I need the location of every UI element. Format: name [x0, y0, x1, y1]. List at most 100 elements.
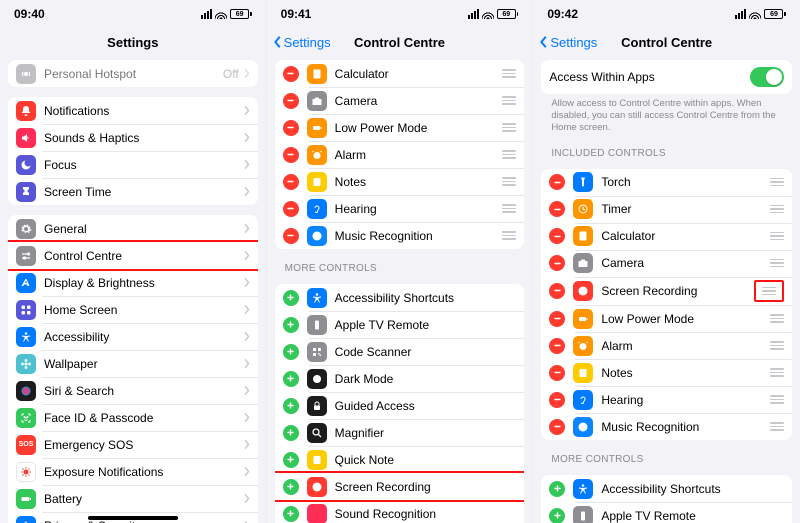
- add-button[interactable]: [283, 371, 299, 387]
- drag-handle[interactable]: [770, 395, 784, 404]
- list-row[interactable]: Screen Recording: [275, 473, 525, 500]
- list-row[interactable]: Hearing: [541, 386, 792, 413]
- remove-button[interactable]: [283, 66, 299, 82]
- remove-button[interactable]: [549, 228, 565, 244]
- list-row[interactable]: Calculator: [275, 60, 525, 87]
- remove-button[interactable]: [549, 365, 565, 381]
- list-row[interactable]: Music Recognition: [275, 222, 525, 249]
- list-row[interactable]: Accessibility Shortcuts: [541, 475, 792, 502]
- list-row[interactable]: Alarm: [541, 332, 792, 359]
- list-row[interactable]: Control Centre: [8, 242, 258, 269]
- list-row[interactable]: Low Power Mode: [541, 305, 792, 332]
- home-indicator[interactable]: [88, 516, 178, 520]
- textsize-icon: [16, 273, 36, 293]
- list-row[interactable]: Music Recognition: [541, 413, 792, 440]
- add-button[interactable]: [283, 344, 299, 360]
- drag-handle[interactable]: [770, 422, 784, 431]
- remove-button[interactable]: [283, 174, 299, 190]
- list-row[interactable]: Sound Recognition: [275, 500, 525, 523]
- drag-handle[interactable]: [770, 368, 784, 377]
- scroll-area[interactable]: Personal HotspotOff NotificationsSounds &…: [0, 56, 266, 523]
- list-row[interactable]: Alarm: [275, 141, 525, 168]
- list-row[interactable]: Magnifier: [275, 419, 525, 446]
- list-row[interactable]: Code Scanner: [275, 338, 525, 365]
- remove-button[interactable]: [283, 228, 299, 244]
- list-row[interactable]: Battery: [8, 485, 258, 512]
- drag-handle[interactable]: [502, 69, 516, 78]
- list-row[interactable]: Focus: [8, 151, 258, 178]
- remove-button[interactable]: [549, 283, 565, 299]
- add-button[interactable]: [283, 317, 299, 333]
- back-button[interactable]: Settings: [539, 28, 597, 56]
- remove-button[interactable]: [549, 338, 565, 354]
- remove-button[interactable]: [283, 120, 299, 136]
- drag-handle[interactable]: [502, 96, 516, 105]
- drag-handle[interactable]: [770, 259, 784, 268]
- access-toggle[interactable]: [750, 67, 784, 87]
- drag-handle[interactable]: [502, 150, 516, 159]
- add-button[interactable]: [549, 508, 565, 523]
- add-button[interactable]: [283, 479, 299, 495]
- remove-button[interactable]: [549, 201, 565, 217]
- remove-button[interactable]: [283, 201, 299, 217]
- list-row[interactable]: Apple TV Remote: [541, 502, 792, 523]
- remove-button[interactable]: [549, 419, 565, 435]
- drag-handle[interactable]: [754, 280, 784, 303]
- remove-button[interactable]: [549, 174, 565, 190]
- soundrec-icon: [307, 504, 327, 523]
- drag-handle[interactable]: [770, 341, 784, 350]
- list-row[interactable]: Wallpaper: [8, 350, 258, 377]
- list-row[interactable]: Exposure Notifications: [8, 458, 258, 485]
- list-row[interactable]: Notes: [541, 359, 792, 386]
- list-row[interactable]: Sounds & Haptics: [8, 124, 258, 151]
- list-row[interactable]: Timer: [541, 196, 792, 223]
- list-row[interactable]: Home Screen: [8, 296, 258, 323]
- add-button[interactable]: [549, 481, 565, 497]
- list-row[interactable]: Camera: [541, 250, 792, 277]
- remove-button[interactable]: [283, 93, 299, 109]
- list-row[interactable]: Torch: [541, 169, 792, 196]
- list-row[interactable]: Face ID & Passcode: [8, 404, 258, 431]
- list-row[interactable]: Quick Note: [275, 446, 525, 473]
- back-button[interactable]: Settings: [273, 28, 331, 56]
- access-row[interactable]: Access Within Apps: [541, 60, 792, 94]
- add-button[interactable]: [283, 452, 299, 468]
- list-row[interactable]: Camera: [275, 87, 525, 114]
- add-button[interactable]: [283, 425, 299, 441]
- scroll-area[interactable]: Access Within Apps Allow access to Contr…: [533, 56, 800, 523]
- drag-handle[interactable]: [502, 123, 516, 132]
- list-row[interactable]: Display & Brightness: [8, 269, 258, 296]
- remove-button[interactable]: [549, 311, 565, 327]
- add-button[interactable]: [283, 290, 299, 306]
- row-label: Accessibility Shortcuts: [335, 291, 517, 305]
- list-row[interactable]: Dark Mode: [275, 365, 525, 392]
- drag-handle[interactable]: [770, 178, 784, 187]
- list-row[interactable]: Screen Time: [8, 178, 258, 205]
- list-row[interactable]: General: [8, 215, 258, 242]
- list-row[interactable]: Calculator: [541, 223, 792, 250]
- drag-handle[interactable]: [502, 204, 516, 213]
- remove-button[interactable]: [549, 392, 565, 408]
- remove-button[interactable]: [283, 147, 299, 163]
- remove-button[interactable]: [549, 255, 565, 271]
- list-row[interactable]: Low Power Mode: [275, 114, 525, 141]
- add-button[interactable]: [283, 398, 299, 414]
- list-row[interactable]: Personal HotspotOff: [8, 60, 258, 87]
- list-row[interactable]: Hearing: [275, 195, 525, 222]
- add-button[interactable]: [283, 506, 299, 522]
- list-row[interactable]: SOSEmergency SOS: [8, 431, 258, 458]
- list-row[interactable]: Apple TV Remote: [275, 311, 525, 338]
- list-row[interactable]: Notes: [275, 168, 525, 195]
- scroll-area[interactable]: CalculatorCameraLow Power ModeAlarmNotes…: [267, 56, 533, 523]
- list-row[interactable]: Siri & Search: [8, 377, 258, 404]
- drag-handle[interactable]: [770, 232, 784, 241]
- drag-handle[interactable]: [502, 231, 516, 240]
- list-row[interactable]: Notifications: [8, 97, 258, 124]
- list-row[interactable]: Accessibility: [8, 323, 258, 350]
- drag-handle[interactable]: [770, 205, 784, 214]
- list-row[interactable]: Guided Access: [275, 392, 525, 419]
- drag-handle[interactable]: [502, 177, 516, 186]
- drag-handle[interactable]: [770, 314, 784, 323]
- list-row[interactable]: Accessibility Shortcuts: [275, 284, 525, 311]
- list-row[interactable]: Screen Recording: [541, 277, 792, 306]
